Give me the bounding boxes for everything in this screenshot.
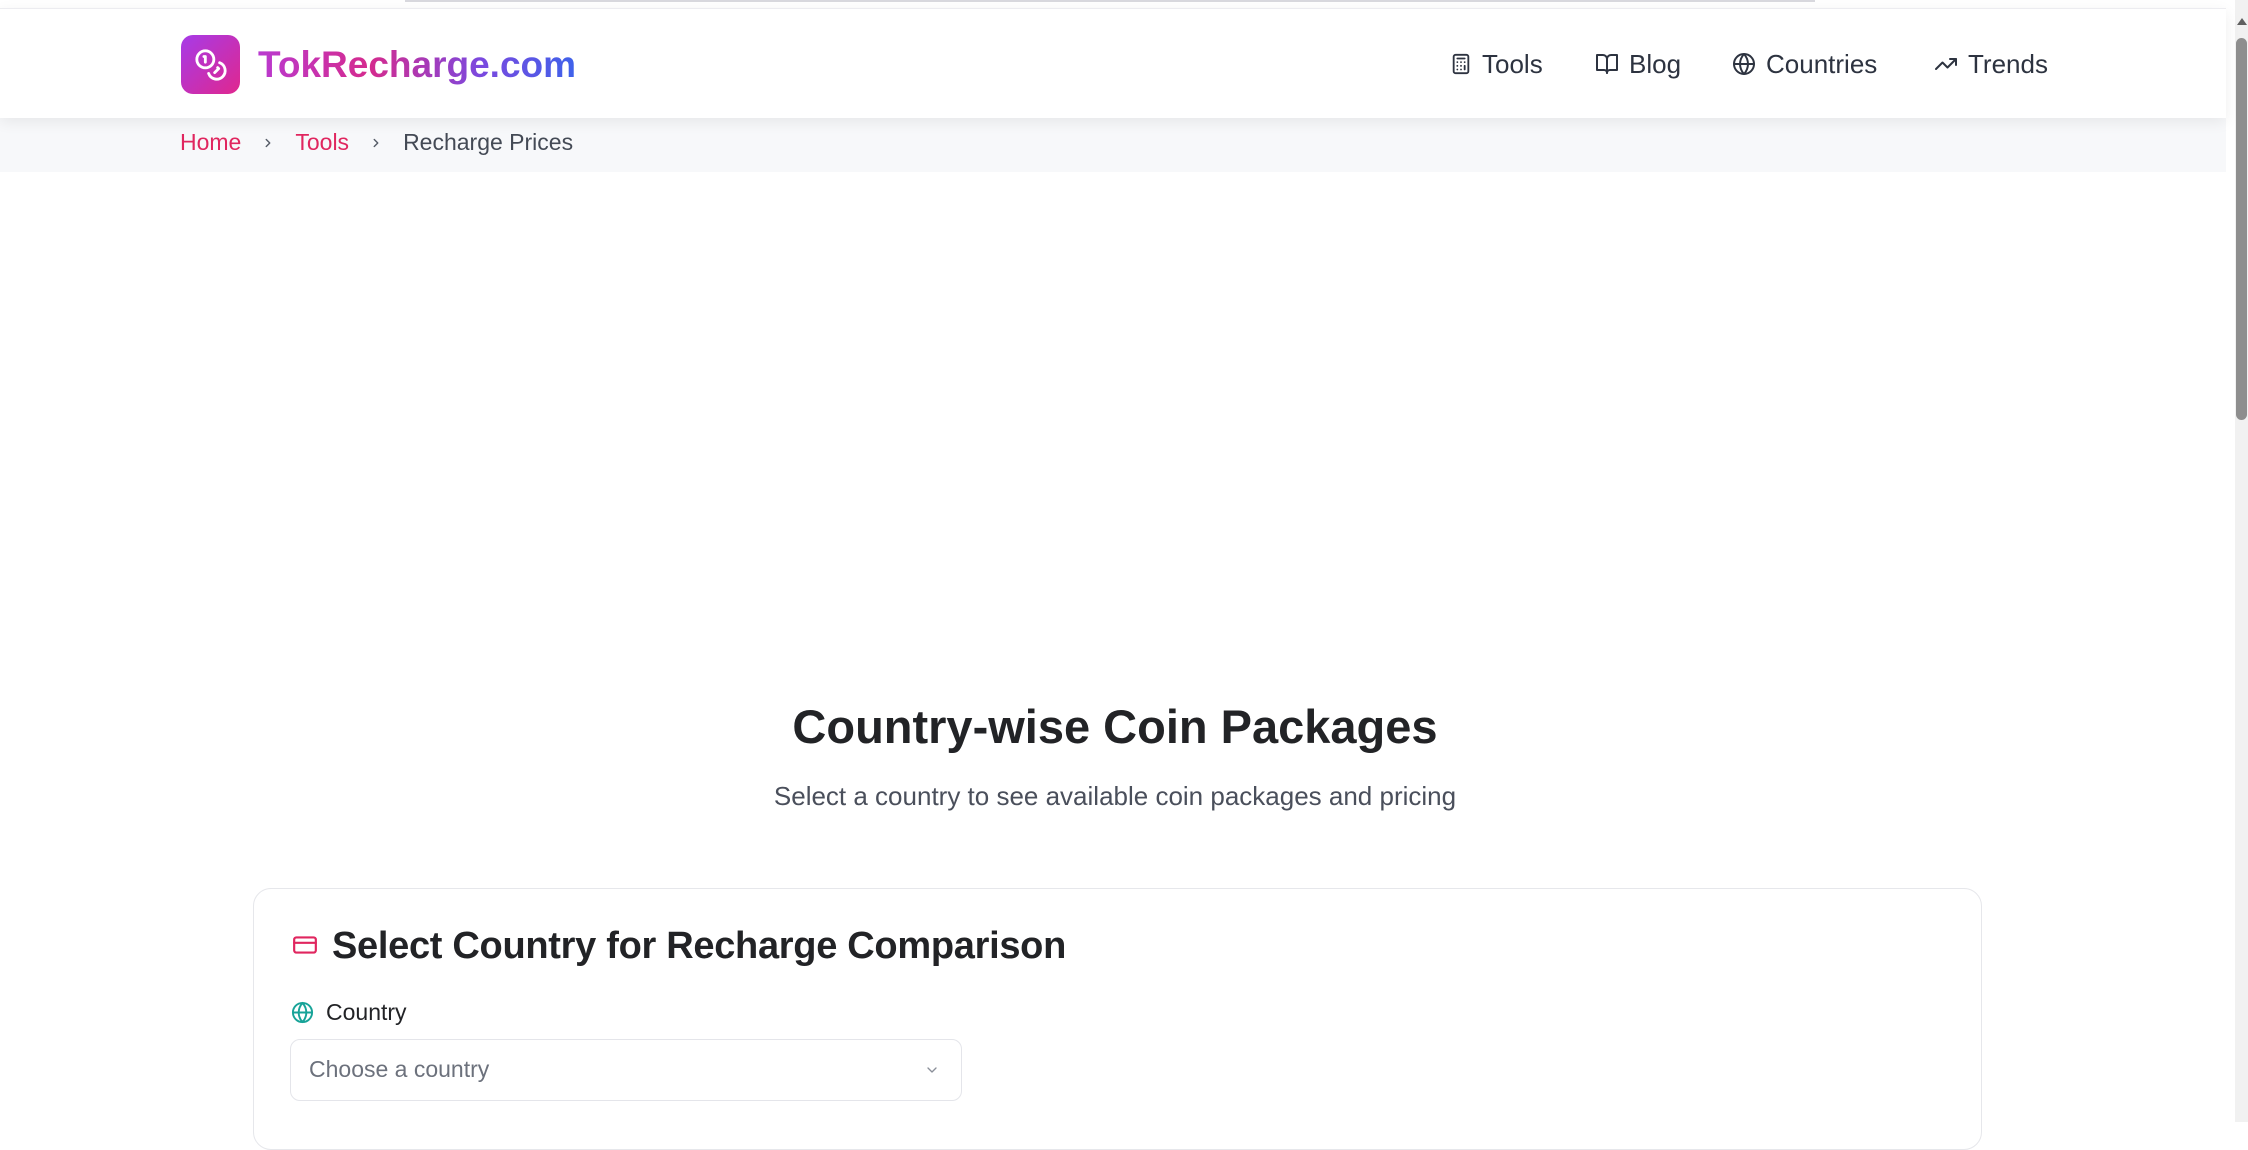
scroll-up-arrow-icon[interactable] xyxy=(2237,18,2247,25)
top-divider xyxy=(405,0,1815,2)
nav-trends-label: Trends xyxy=(1968,48,2048,79)
nav-tools-label: Tools xyxy=(1482,48,1543,79)
page-subtitle: Select a country to see available coin p… xyxy=(773,781,1457,811)
nav-blog[interactable]: Blog xyxy=(1595,39,1681,89)
site-logo-text[interactable]: TokRecharge.com xyxy=(258,42,576,88)
nav-tools[interactable]: Tools xyxy=(1450,39,1543,89)
chevron-right-icon xyxy=(369,135,383,151)
breadcrumb-home[interactable]: Home xyxy=(180,129,241,156)
country-label: Country xyxy=(326,999,407,1025)
calculator-icon xyxy=(1450,52,1472,76)
credit-card-icon xyxy=(291,932,319,963)
country-select-card: Select Country for Recharge Comparison C… xyxy=(253,888,1982,1150)
chevron-down-icon xyxy=(923,1062,941,1083)
country-select-placeholder: Choose a country xyxy=(309,1056,490,1082)
trending-up-icon xyxy=(1934,52,1958,76)
site-header: TokRecharge.com Tools Blog Countries Tre… xyxy=(0,8,2226,118)
nav-countries[interactable]: Countries xyxy=(1732,39,1877,89)
breadcrumb-bar: Home Tools Recharge Prices xyxy=(0,117,2226,172)
breadcrumb-tools[interactable]: Tools xyxy=(295,129,349,156)
logo-icon[interactable] xyxy=(181,35,240,94)
breadcrumb-current: Recharge Prices xyxy=(403,129,574,155)
globe-icon xyxy=(1732,52,1756,76)
book-icon xyxy=(1595,52,1619,76)
card-title: Select Country for Recharge Comparison xyxy=(332,925,1066,967)
scrollbar-thumb[interactable] xyxy=(2236,38,2247,420)
nav-blog-label: Blog xyxy=(1629,48,1682,79)
country-select[interactable]: Choose a country xyxy=(290,1039,962,1101)
nav-trends[interactable]: Trends xyxy=(1934,39,2048,89)
nav-countries-label: Countries xyxy=(1766,48,1878,79)
globe-icon xyxy=(291,1001,314,1029)
page-title: Country-wise Coin Packages xyxy=(792,700,1438,753)
chevron-right-icon xyxy=(261,135,275,151)
breadcrumb: Home Tools Recharge Prices xyxy=(180,129,573,156)
